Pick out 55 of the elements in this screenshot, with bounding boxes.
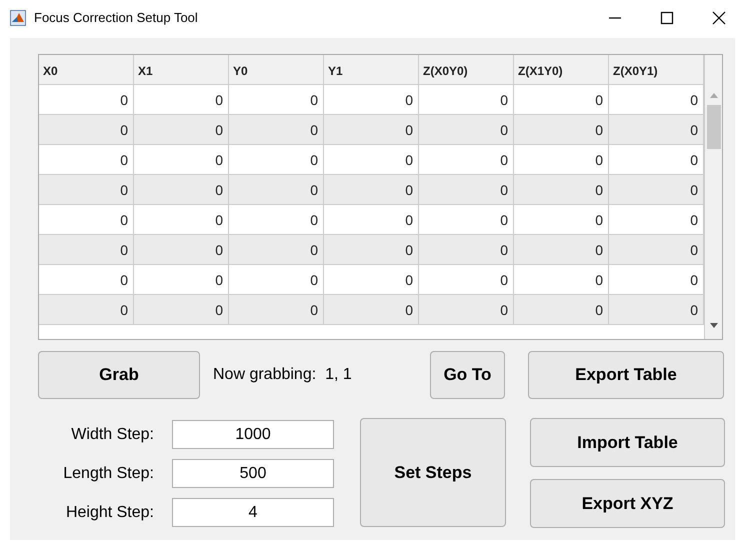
- column-header: Z(X1Y0): [514, 55, 609, 85]
- column-header: Y0: [229, 55, 324, 85]
- grab-button[interactable]: Grab: [38, 351, 200, 399]
- table-cell[interactable]: 0: [419, 115, 514, 145]
- go-to-button[interactable]: Go To: [430, 351, 505, 399]
- table-cell[interactable]: 0: [229, 115, 324, 145]
- step-field[interactable]: 4: [172, 498, 334, 527]
- column-header: Y1: [324, 55, 419, 85]
- table-cell[interactable]: 0: [514, 115, 609, 145]
- table-cell[interactable]: 0: [419, 235, 514, 265]
- step-label: Height Step:: [64, 502, 155, 522]
- app-icon: [10, 10, 26, 26]
- table-cell[interactable]: 0: [39, 175, 134, 205]
- step-field[interactable]: 1000: [172, 420, 334, 449]
- table-cell[interactable]: 0: [39, 115, 134, 145]
- table-cell[interactable]: 0: [514, 175, 609, 205]
- table-cell[interactable]: 0: [419, 295, 514, 325]
- table-cell[interactable]: 0: [39, 235, 134, 265]
- window-title: Focus Correction Setup Tool: [34, 9, 198, 28]
- table-cell[interactable]: 0: [419, 175, 514, 205]
- table-cell[interactable]: 0: [39, 295, 134, 325]
- table-cell[interactable]: 0: [609, 295, 704, 325]
- scrollbar[interactable]: [704, 55, 722, 339]
- column-header: Z(X0Y1): [609, 55, 704, 85]
- scroll-down-icon[interactable]: [709, 322, 719, 329]
- table-cell[interactable]: 0: [514, 295, 609, 325]
- column-header: X1: [134, 55, 229, 85]
- table-cell[interactable]: 0: [609, 235, 704, 265]
- table-cell[interactable]: 0: [134, 115, 229, 145]
- table-cell[interactable]: 0: [134, 175, 229, 205]
- table-cell[interactable]: 0: [514, 235, 609, 265]
- table-cell[interactable]: 0: [609, 175, 704, 205]
- maximize-icon[interactable]: [660, 11, 674, 25]
- table-cell[interactable]: 0: [324, 175, 419, 205]
- export-table-button[interactable]: Export Table: [528, 351, 724, 399]
- table-cell[interactable]: 0: [134, 295, 229, 325]
- table-cell[interactable]: 0: [609, 115, 704, 145]
- set-steps-button[interactable]: Set Steps: [360, 418, 506, 527]
- table-cell[interactable]: 0: [324, 295, 419, 325]
- table-cell[interactable]: 0: [229, 295, 324, 325]
- step-label: Length Step:: [62, 464, 155, 484]
- table-cell[interactable]: 0: [324, 235, 419, 265]
- table-cell[interactable]: 0: [134, 235, 229, 265]
- scroll-thumb[interactable]: [707, 105, 721, 149]
- close-icon[interactable]: [712, 11, 726, 25]
- table-cell[interactable]: 0: [324, 115, 419, 145]
- export-xyz-button[interactable]: Export XYZ: [530, 479, 725, 528]
- table-cell[interactable]: 0: [229, 235, 324, 265]
- status-text: Now grabbing: 1, 1: [213, 365, 352, 385]
- step-label: Width Step:: [70, 424, 155, 444]
- column-header: Z(X0Y0): [419, 55, 514, 85]
- step-field[interactable]: 500: [172, 459, 334, 488]
- import-table-button[interactable]: Import Table: [530, 418, 725, 467]
- table-cell[interactable]: 0: [229, 175, 324, 205]
- column-header: X0: [39, 55, 134, 85]
